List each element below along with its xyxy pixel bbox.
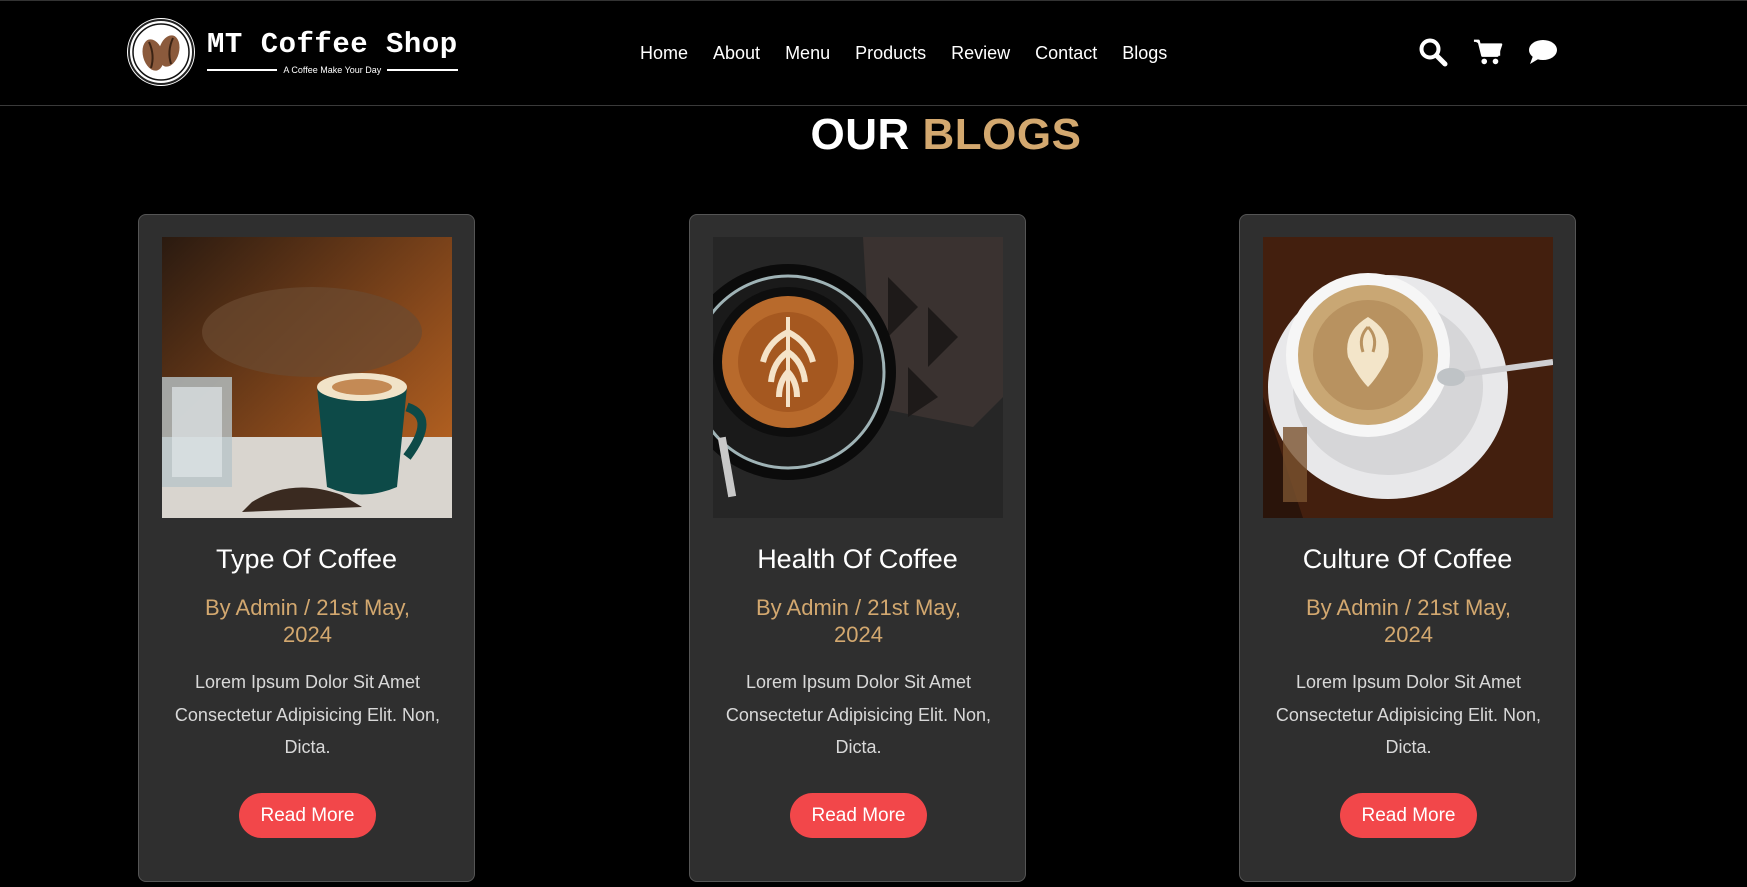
main-nav: Home About Menu Products Review Contact … — [640, 41, 1192, 65]
brand-title: MT Coffee Shop — [207, 28, 458, 61]
brand-tagline: A Coffee Make Your Day — [283, 65, 382, 75]
nav-item-products[interactable]: Products — [855, 41, 926, 65]
blog-title: Type Of Coffee — [215, 544, 398, 574]
divider — [207, 69, 278, 71]
blog-meta: By Admin / 21st May, 2024 — [755, 595, 961, 647]
blog-image — [713, 237, 1003, 518]
blog-card: Culture Of Coffee By Admin / 21st May, 2… — [1239, 214, 1576, 882]
nav-item-about[interactable]: About — [713, 41, 760, 65]
search-icon[interactable] — [1418, 37, 1448, 67]
blog-meta: By Admin / 21st May, 2024 — [1305, 595, 1511, 647]
nav-item-contact[interactable]: Contact — [1035, 41, 1097, 65]
chat-icon[interactable] — [1528, 37, 1558, 67]
blog-description: Lorem Ipsum Dolor Sit Amet Consectetur A… — [1275, 672, 1542, 757]
blog-card: Health Of Coffee By Admin / 21st May, 20… — [689, 214, 1026, 882]
site-header: MT Coffee Shop A Coffee Make Your Day Ho… — [0, 0, 1747, 106]
brand-logo[interactable]: MT Coffee Shop A Coffee Make Your Day — [127, 18, 458, 86]
nav-item-blogs[interactable]: Blogs — [1122, 41, 1167, 65]
cart-icon[interactable] — [1473, 37, 1503, 67]
nav-item-review[interactable]: Review — [951, 41, 1010, 65]
read-more-button[interactable]: Read More — [790, 793, 927, 838]
nav-item-menu[interactable]: Menu — [785, 41, 830, 65]
title-plain: OUR — [810, 110, 910, 159]
blog-title: Culture Of Coffee — [1302, 544, 1513, 574]
divider — [387, 69, 458, 71]
blog-image — [1263, 237, 1553, 518]
blog-image — [162, 237, 452, 518]
blog-meta: By Admin / 21st May, 2024 — [204, 595, 410, 647]
blog-description: Lorem Ipsum Dolor Sit Amet Consectetur A… — [725, 672, 992, 757]
read-more-button[interactable]: Read More — [239, 793, 376, 838]
read-more-button[interactable]: Read More — [1340, 793, 1477, 838]
blog-title: Health Of Coffee — [757, 544, 958, 574]
nav-item-home[interactable]: Home — [640, 41, 688, 65]
blog-description: Lorem Ipsum Dolor Sit Amet Consectetur A… — [174, 672, 441, 757]
coffee-bean-logo-icon — [127, 18, 195, 86]
blog-card: Type Of Coffee By Admin / 21st May, 2024… — [138, 214, 475, 882]
title-accent: BLOGS — [922, 110, 1082, 159]
page-title: OUR BLOGS — [0, 110, 1747, 160]
